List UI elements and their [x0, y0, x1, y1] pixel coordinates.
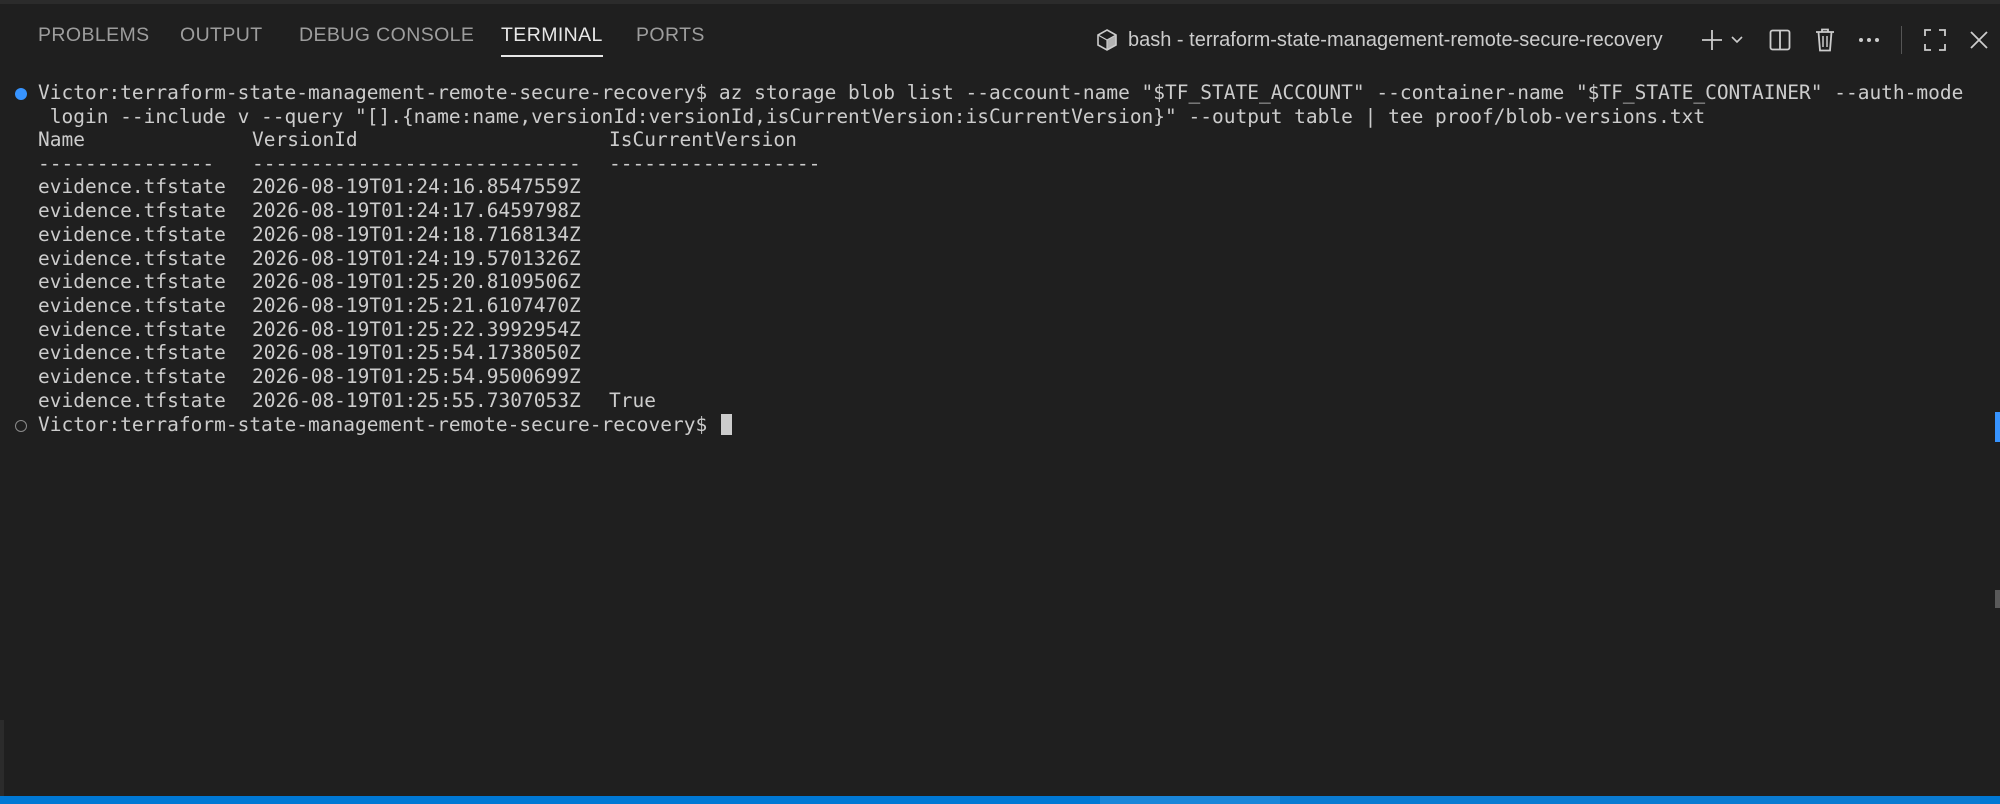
active-tab-underline — [501, 55, 603, 57]
table-cell: evidence.tfstate — [38, 365, 226, 388]
table-cell: True — [609, 388, 656, 412]
command-line: Victor:terraform-state-management-remote… — [38, 81, 1964, 104]
more-actions-icon[interactable] — [1855, 26, 1883, 54]
close-panel-icon[interactable] — [1965, 26, 1993, 54]
table-separator: ---------------------------- — [252, 151, 581, 175]
chevron-down-icon[interactable] — [1727, 26, 1747, 54]
command-success-decoration-icon[interactable] — [15, 88, 27, 100]
terminal-title-text: bash - terraform-state-management-remote… — [1128, 28, 1663, 51]
table-header-cell: VersionId — [252, 128, 358, 151]
terminal-panel: PROBLEMS OUTPUT DEBUG CONSOLE TERMINAL P… — [0, 0, 2000, 804]
status-bar — [0, 796, 2000, 804]
new-terminal-plus-icon[interactable] — [1698, 26, 1726, 54]
status-bar-item[interactable] — [1100, 796, 1280, 804]
table-cell: evidence.tfstate — [38, 246, 226, 270]
tab-problems[interactable]: PROBLEMS — [38, 24, 150, 54]
table-cell: 2026-08-19T01:25:22.3992954Z — [252, 317, 581, 341]
table-separator: ------------------ — [609, 151, 821, 175]
tab-terminal[interactable]: TERMINAL — [501, 24, 603, 57]
table-cell: 2026-08-19T01:25:54.1738050Z — [252, 341, 581, 365]
table-cell: evidence.tfstate — [38, 175, 226, 199]
terminal-shell-icon — [1096, 28, 1118, 52]
prompt-line: Victor:terraform-state-management-remote… — [38, 413, 732, 437]
terminal-instance-title[interactable]: bash - terraform-state-management-remote… — [1096, 24, 1663, 56]
maximize-panel-icon[interactable] — [1921, 26, 1949, 54]
trash-icon[interactable] — [1811, 26, 1839, 54]
table-cell: evidence.tfstate — [38, 341, 226, 365]
tab-ports[interactable]: PORTS — [636, 24, 705, 54]
table-cell: evidence.tfstate — [38, 199, 226, 223]
table-cell: 2026-08-19T01:24:19.5701326Z — [252, 246, 581, 270]
table-cell: 2026-08-19T01:25:54.9500699Z — [252, 365, 581, 388]
toolbar-divider — [1901, 26, 1902, 54]
tab-terminal-label: TERMINAL — [501, 24, 603, 46]
table-cell: evidence.tfstate — [38, 388, 226, 412]
table-header-cell: IsCurrentVersion — [609, 128, 797, 151]
table-cell: 2026-08-19T01:24:18.7168134Z — [252, 222, 581, 246]
table-cell: 2026-08-19T01:24:16.8547559Z — [252, 175, 581, 199]
table-cell: evidence.tfstate — [38, 222, 226, 246]
scrollbar-marker[interactable] — [1995, 412, 2000, 442]
table-cell: 2026-08-19T01:25:20.8109506Z — [252, 270, 581, 294]
terminal-output[interactable]: Victor:terraform-state-management-remote… — [0, 80, 1990, 792]
table-cell: evidence.tfstate — [38, 317, 226, 341]
table-cell: evidence.tfstate — [38, 293, 226, 317]
command-line-wrap: login --include v --query "[].{name:name… — [38, 105, 1706, 128]
table-cell: 2026-08-19T01:25:21.6107470Z — [252, 293, 581, 317]
table-header-cell: Name — [38, 128, 85, 151]
tab-debug-console[interactable]: DEBUG CONSOLE — [299, 24, 474, 54]
panel-tab-bar: PROBLEMS OUTPUT DEBUG CONSOLE TERMINAL P… — [0, 4, 2000, 68]
terminal-cursor — [720, 414, 732, 435]
scrollbar-thumb[interactable] — [1995, 590, 2000, 608]
tab-output[interactable]: OUTPUT — [180, 24, 263, 54]
prompt-decoration-icon[interactable] — [15, 420, 27, 432]
status-bar-item-right[interactable] — [1280, 796, 1980, 804]
table-cell: 2026-08-19T01:24:17.6459798Z — [252, 199, 581, 223]
table-separator: --------------- — [38, 151, 215, 175]
table-cell: 2026-08-19T01:25:55.7307053Z — [252, 388, 581, 412]
table-cell: evidence.tfstate — [38, 270, 226, 294]
prompt-text: Victor:terraform-state-management-remote… — [38, 413, 719, 436]
side-edge — [0, 720, 4, 796]
split-terminal-icon[interactable] — [1766, 26, 1794, 54]
